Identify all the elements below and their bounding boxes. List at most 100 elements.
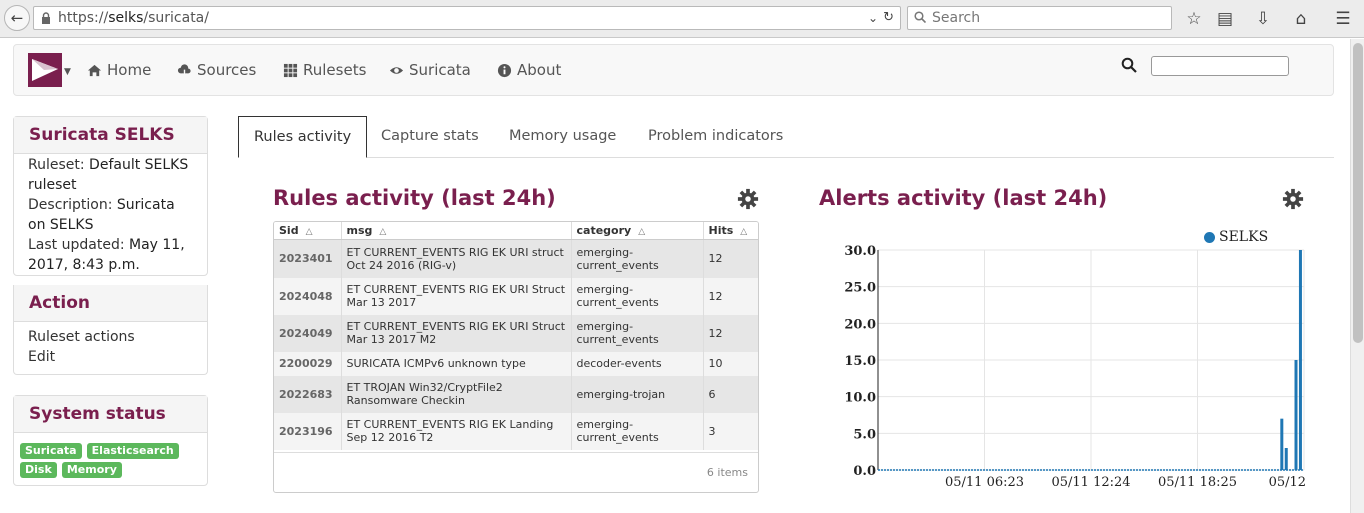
- tab-memory-usage[interactable]: Memory usage: [494, 116, 631, 157]
- cell-msg: ET CURRENT_EVENTS RIG EK URI Struct Mar …: [341, 277, 572, 315]
- download-icon[interactable]: ⇩: [1252, 8, 1274, 30]
- back-arrow-icon[interactable]: ←: [4, 5, 30, 31]
- cell-msg: ET TROJAN Win32/CryptFile2 Ransomware Ch…: [341, 375, 572, 413]
- description-line: Description: Suricata on SELKS: [28, 195, 193, 235]
- nav-sources-label: Sources: [197, 61, 257, 79]
- browser-toolbar: ← https://selks/suricata/ ⌄ ↻ Search ☆ ▤…: [0, 0, 1364, 38]
- nav-home[interactable]: Home: [87, 61, 151, 79]
- nav-about-label: About: [517, 61, 562, 79]
- cell-sid[interactable]: 2022683: [274, 375, 342, 413]
- col-msg-label: msg: [346, 224, 373, 237]
- col-sid[interactable]: Sid △: [274, 222, 342, 240]
- home-icon: [87, 64, 102, 76]
- y-tick-label: 25.0: [844, 281, 876, 296]
- cell-hits: 10: [703, 351, 758, 376]
- grid-icon: [283, 63, 298, 77]
- cloud-download-icon: [177, 63, 191, 77]
- cell-category: decoder-events: [571, 351, 704, 376]
- cell-category: emerging-trojan: [571, 375, 704, 413]
- cell-sid[interactable]: 2200029: [274, 351, 342, 376]
- cell-hits: 12: [703, 314, 758, 352]
- menu-icon[interactable]: ☰: [1332, 8, 1354, 30]
- scrollbar-thumb[interactable]: [1353, 43, 1363, 343]
- lock-icon: [42, 12, 50, 24]
- col-msg[interactable]: msg △: [341, 222, 572, 240]
- home-icon[interactable]: ⌂: [1290, 8, 1312, 30]
- col-category-label: category: [576, 224, 632, 237]
- nav-about[interactable]: About: [497, 61, 561, 79]
- system-status-panel: System status Suricata Elasticsearch Dis…: [13, 395, 208, 486]
- nav-suricata-label: Suricata: [409, 61, 471, 79]
- status-badge-memory: Memory: [61, 462, 122, 478]
- reading-list-icon[interactable]: ▤: [1214, 8, 1236, 30]
- probe-title: Suricata SELKS: [14, 117, 207, 154]
- y-tick-label: 0.0: [853, 464, 876, 479]
- browser-search-field[interactable]: Search: [907, 6, 1172, 30]
- nav-rulesets-label: Rulesets: [303, 61, 367, 79]
- chart-bar: [1280, 418, 1284, 470]
- cell-hits: 12: [703, 239, 758, 278]
- sort-icon: △: [305, 227, 313, 237]
- reload-icon[interactable]: ↻: [883, 7, 894, 29]
- table-row[interactable]: 2022683 ET TROJAN Win32/CryptFile2 Ranso…: [274, 375, 758, 413]
- edit-link[interactable]: Edit: [28, 347, 193, 367]
- tab-capture-stats[interactable]: Capture stats: [366, 116, 494, 157]
- cell-hits: 12: [703, 277, 758, 315]
- col-category[interactable]: category △: [571, 222, 704, 240]
- cell-sid[interactable]: 2023401: [274, 239, 342, 278]
- gear-icon[interactable]: [737, 188, 759, 210]
- ruleset-label: Ruleset:: [28, 157, 85, 173]
- chart-bar: [1284, 448, 1288, 470]
- action-title: Action: [14, 285, 207, 322]
- cell-sid[interactable]: 2024049: [274, 314, 342, 352]
- rules-table: Sid △ msg △ category △ Hits △ 2023401 ET CUR…: [273, 221, 759, 493]
- nav-sources[interactable]: Sources: [177, 61, 256, 79]
- nav-rulesets[interactable]: Rulesets: [283, 61, 366, 79]
- chart-bar: [1294, 360, 1298, 470]
- tab-problem-indicators[interactable]: Problem indicators: [633, 116, 798, 157]
- table-row[interactable]: 2023401 ET CURRENT_EVENTS RIG EK URI str…: [274, 239, 758, 278]
- ruleset-actions-link[interactable]: Ruleset actions: [28, 327, 193, 347]
- chart-bar: [1298, 250, 1302, 470]
- page-scrollbar[interactable]: [1350, 39, 1364, 513]
- y-tick-label: 20.0: [844, 317, 876, 332]
- status-badge-elasticsearch: Elasticsearch: [86, 443, 179, 459]
- cell-sid[interactable]: 2024048: [274, 277, 342, 315]
- table-header-row: Sid △ msg △ category △ Hits △: [274, 222, 758, 240]
- table-row[interactable]: 2024048 ET CURRENT_EVENTS RIG EK URI Str…: [274, 277, 758, 315]
- sort-icon: △: [379, 227, 387, 237]
- selks-logo[interactable]: [28, 53, 62, 87]
- table-footer: 6 items: [274, 452, 758, 492]
- x-tick-label: 05/12 00:2: [1269, 475, 1310, 490]
- col-hits-label: Hits: [708, 224, 734, 237]
- nav-suricata[interactable]: Suricata: [389, 61, 471, 79]
- tab-rules-activity[interactable]: Rules activity: [238, 116, 368, 158]
- status-badge-suricata: Suricata: [20, 443, 82, 459]
- caret-down-icon[interactable]: ▼: [64, 67, 71, 77]
- probe-panel: Suricata SELKS Ruleset: Default SELKS ru…: [13, 116, 208, 276]
- cell-category: emerging-current_events: [571, 239, 704, 278]
- search-icon[interactable]: [1121, 57, 1137, 73]
- table-row[interactable]: 2024049 ET CURRENT_EVENTS RIG EK URI Str…: [274, 314, 758, 352]
- updated-label: Last updated:: [28, 237, 125, 253]
- browser-search-placeholder: Search: [932, 10, 981, 26]
- updated-line: Last updated: May 11, 2017, 8:43 p.m.: [28, 235, 193, 275]
- gear-icon[interactable]: [1282, 188, 1304, 210]
- alerts-activity-title: Alerts activity (last 24h): [819, 186, 1108, 210]
- table-row[interactable]: 2023196 ET CURRENT_EVENTS RIG EK Landing…: [274, 412, 758, 450]
- x-tick-label: 05/11 12:24: [1051, 475, 1130, 490]
- y-tick-label: 10.0: [844, 391, 876, 406]
- sort-icon: △: [638, 227, 646, 237]
- chevron-down-icon[interactable]: ⌄: [868, 7, 878, 29]
- status-badge-disk: Disk: [20, 462, 57, 478]
- search-input[interactable]: [1151, 56, 1289, 76]
- cell-sid[interactable]: 2023196: [274, 412, 342, 450]
- col-hits[interactable]: Hits △: [703, 222, 758, 240]
- table-row[interactable]: 2200029 SURICATA ICMPv6 unknown type dec…: [274, 351, 758, 376]
- star-icon[interactable]: ☆: [1183, 8, 1205, 30]
- url-scheme: https://: [58, 10, 109, 26]
- app-navbar: ▼ Home Sources Rulesets Suricata About: [13, 44, 1334, 96]
- description-label: Description:: [28, 197, 113, 213]
- eye-icon: [389, 66, 404, 74]
- url-bar[interactable]: https://selks/suricata/ ⌄ ↻: [33, 6, 901, 30]
